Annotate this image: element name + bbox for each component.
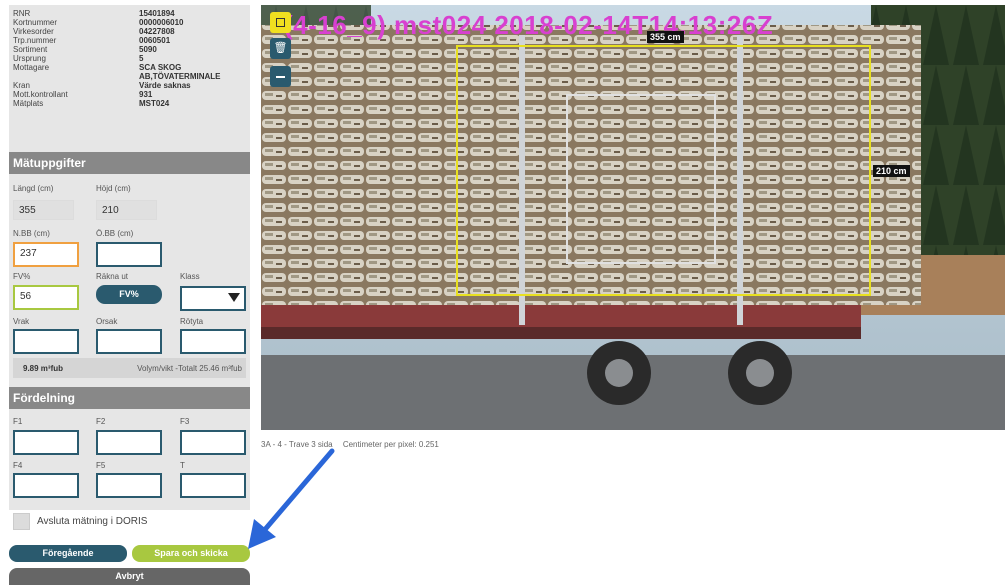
info-label: Trp.nummer (13, 36, 57, 45)
timber-load-photo[interactable] (261, 5, 1005, 430)
info-row: AB,TÖVATERMINALE (13, 72, 250, 81)
volume-value: 9.89 m³fub (23, 364, 64, 373)
info-label: Mätplats (13, 99, 44, 108)
width-dimension-label: 355 cm (647, 31, 684, 43)
orsak-label: Orsak (96, 317, 118, 326)
previous-button[interactable]: Föregående (9, 545, 127, 562)
volume-total: Volym/vikt -Totalt 25.46 m³fub (137, 364, 242, 373)
f3-input[interactable] (180, 430, 246, 455)
info-value: 5 (139, 54, 144, 63)
f1-label: F1 (13, 417, 23, 426)
fv-label: FV% (13, 272, 31, 281)
stake (737, 35, 743, 325)
stake (519, 35, 525, 325)
trash-icon[interactable]: 🗑 (270, 38, 291, 59)
hub (605, 359, 633, 387)
minus-icon[interactable] (270, 66, 291, 87)
obb-label: Ö.BB (cm) (96, 229, 134, 238)
chevron-down-icon (228, 293, 240, 302)
info-value: 0060501 (139, 36, 171, 45)
hojd-label: Höjd (cm) (96, 184, 131, 193)
info-label: Mott.kontrollant (13, 90, 68, 99)
blue-arrow-annotation (248, 448, 335, 549)
klass-select[interactable] (180, 286, 246, 311)
info-label: RNR (13, 9, 31, 18)
info-row: Mätplats MST024 (13, 99, 250, 108)
info-value: SCA SKOG (139, 63, 182, 72)
f4-label: F4 (13, 461, 23, 470)
f4-input[interactable] (13, 473, 79, 498)
f5-input[interactable] (96, 473, 162, 498)
info-value: MST024 (139, 99, 170, 108)
fv-input[interactable]: 56 (13, 285, 79, 310)
langd-field: 355 (13, 200, 74, 220)
trailer-frame (261, 305, 861, 327)
info-value: 04227808 (139, 27, 175, 36)
t-input[interactable] (180, 473, 246, 498)
rotyta-label: Rötyta (180, 317, 204, 326)
matuppgifter-header: Mätuppgifter (9, 152, 250, 174)
arrow-shaft (259, 448, 335, 536)
select-square-icon[interactable] (270, 12, 291, 33)
hub (746, 359, 774, 387)
klass-label: Klass (180, 272, 200, 281)
info-value: AB,TÖVATERMINALE (139, 72, 221, 81)
vrak-label: Vrak (13, 317, 30, 326)
info-row: Mott.kontrollant 931 (13, 90, 250, 99)
info-value: Värde saknas (139, 81, 191, 90)
height-dimension-label: 210 cm (873, 165, 910, 177)
info-row: Virkesorder 04227808 (13, 27, 250, 36)
measurement-sidebar: RNR 15401894 Kortnummer 0000006010 Virkeso… (9, 5, 250, 510)
fordelning-header: Fördelning (9, 387, 250, 409)
info-row: Kortnummer 0000006010 (13, 18, 250, 27)
image-caption-right: Centimeter per pixel: 0.251 (342, 440, 439, 449)
trailer-beam (261, 327, 861, 339)
info-value: 5090 (139, 45, 157, 54)
nbb-label: N.BB (cm) (13, 229, 50, 238)
f2-label: F2 (96, 417, 106, 426)
obb-input[interactable] (96, 242, 162, 267)
f2-input[interactable] (96, 430, 162, 455)
info-value: 931 (139, 90, 153, 99)
save-and-send-button[interactable]: Spara och skicka (132, 545, 250, 562)
info-value: 15401894 (139, 9, 175, 18)
info-label: Sortiment (13, 45, 48, 54)
info-label (13, 72, 139, 81)
info-row: Sortiment 5090 (13, 45, 250, 54)
nbb-input[interactable]: 237 (13, 242, 79, 267)
info-list: RNR 15401894 Kortnummer 0000006010 Virkeso… (9, 5, 250, 108)
info-value: 0000006010 (139, 18, 184, 27)
info-row: Ursprung 5 (13, 54, 250, 63)
rakna-label: Räkna ut (96, 272, 129, 281)
orsak-input[interactable] (96, 329, 162, 354)
hojd-field: 210 (96, 200, 157, 220)
info-label: Virkesorder (13, 27, 54, 36)
langd-label: Längd (cm) (13, 184, 54, 193)
info-row: Kran Värde saknas (13, 81, 250, 90)
info-label: Kortnummer (13, 18, 58, 27)
info-label: Kran (13, 81, 30, 90)
info-row: RNR 15401894 (13, 9, 250, 18)
info-label: Mottagare (13, 63, 50, 72)
info-row: Mottagare SCA SKOG (13, 63, 250, 72)
fv-calculate-button[interactable]: FV% (96, 285, 162, 304)
info-label: Ursprung (13, 54, 46, 63)
cancel-button[interactable]: Avbryt (9, 568, 250, 585)
volume-summary: 9.89 m³fub Volym/vikt -Totalt 25.46 m³fu… (13, 358, 246, 378)
rotyta-input[interactable] (180, 329, 246, 354)
doris-checkbox-label: Avsluta mätning i DORIS (37, 516, 148, 527)
image-overlay-title: (4-16_9) mst024 2018-02-14T14:13:26Z (284, 10, 774, 40)
f1-input[interactable] (13, 430, 79, 455)
doris-checkbox[interactable] (13, 513, 30, 530)
f5-label: F5 (96, 461, 106, 470)
f3-label: F3 (180, 417, 190, 426)
vrak-input[interactable] (13, 329, 79, 354)
info-row: Trp.nummer 0060501 (13, 36, 250, 45)
photo-scene (261, 5, 1005, 430)
t-label: T (180, 461, 185, 470)
